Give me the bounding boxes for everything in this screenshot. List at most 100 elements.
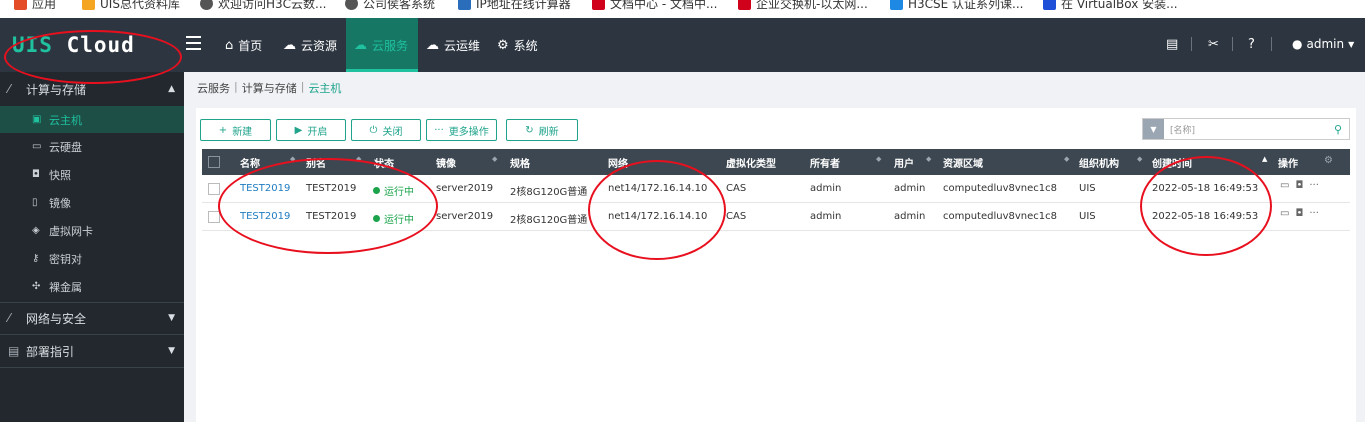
row-checkbox[interactable]	[208, 183, 220, 195]
status-dot-icon	[373, 215, 380, 222]
bookmark-h3cse[interactable]: H3CSE 认证系列课...	[890, 0, 1024, 12]
sidebar-item-baremetal[interactable]: ✣ 裸金属	[0, 273, 184, 300]
sort-icon[interactable]: ◆	[356, 155, 361, 163]
tab-home[interactable]: ⌂ 首页	[225, 18, 273, 72]
sort-icon[interactable]: ◆	[926, 155, 931, 163]
table-row[interactable]: TEST2019 TEST2019 运行中 server2019 2核8G120…	[202, 203, 1350, 231]
disk-icon: ▭	[32, 141, 42, 152]
vm-virt-type: CAS	[726, 211, 747, 222]
sort-asc-icon[interactable]: ▲	[1262, 155, 1267, 163]
more-icon: ···	[434, 124, 444, 136]
sort-icon[interactable]: ◆	[1064, 155, 1069, 163]
bookmark-apps[interactable]: 应用	[14, 0, 56, 12]
column-header-network[interactable]: 网络	[608, 155, 628, 170]
console-icon[interactable]: ▭	[1280, 208, 1289, 219]
vm-name-link[interactable]: TEST2019	[240, 183, 290, 194]
nic-icon: ◈	[32, 225, 40, 236]
sidebar-item-disk[interactable]: ▭ 云硬盘	[0, 133, 184, 160]
sort-icon[interactable]: ◆	[876, 155, 881, 163]
select-all-checkbox[interactable]	[208, 156, 220, 168]
tools-icon[interactable]: ✂	[1208, 37, 1219, 52]
vm-zone: computedluv8vnec1c8	[943, 211, 1057, 222]
percent-icon: ⁄	[8, 82, 11, 96]
column-header-alias[interactable]: 别名	[306, 155, 326, 170]
user-menu[interactable]: ● admin ▼	[1292, 37, 1354, 51]
h3c-favicon-icon	[738, 0, 751, 10]
column-header-user[interactable]: 用户	[894, 155, 914, 170]
bookmark-virtualbox[interactable]: 在 VirtualBox 安装...	[1043, 0, 1178, 12]
sidebar: ⁄ 计算与存储 ▲ ▣ 云主机 ▭ 云硬盘 ◘ 快照 ▯ 镜像 ◈ 虚拟网卡 ⚷ 密钥对 ✣…	[0, 72, 184, 422]
vm-owner: admin	[810, 183, 842, 194]
bookmark-ip-calculator[interactable]: IP地址在线计算器	[458, 0, 571, 12]
plus-icon: +	[218, 124, 228, 136]
sidebar-group-network-security[interactable]: ⁄ 网络与安全 ▼	[0, 303, 184, 333]
column-header-zone[interactable]: 资源区域	[943, 155, 983, 170]
tab-cloud-ops[interactable]: ☁ 云运维	[426, 18, 488, 72]
create-button[interactable]: + 新建	[200, 119, 271, 141]
globe-icon	[345, 0, 358, 10]
snapshot-icon[interactable]: ◘	[1295, 208, 1303, 219]
column-header-spec[interactable]: 规格	[510, 155, 530, 170]
bookmark-switch[interactable]: 企业交换机-以太网...	[738, 0, 868, 12]
bookmark-uis-library[interactable]: UIS总代资料库	[82, 0, 180, 12]
bookmark-doc-center[interactable]: 文档中心 - 文档中...	[592, 0, 717, 12]
sidebar-group-deploy-guide[interactable]: ▤ 部署指引 ▼	[0, 336, 184, 366]
row-checkbox[interactable]	[208, 211, 220, 223]
column-header-owner[interactable]: 所有者	[810, 155, 840, 170]
sidebar-item-snapshot[interactable]: ◘ 快照	[0, 161, 184, 188]
more-icon[interactable]: ···	[1309, 208, 1319, 219]
shutdown-button[interactable]: ⏻ 关闭	[351, 119, 421, 141]
column-header-name[interactable]: 名称	[240, 155, 260, 170]
vm-alias: TEST2019	[306, 183, 357, 194]
uis-cloud-logo[interactable]: UIS Cloud	[12, 33, 135, 57]
column-header-actions: 操作	[1278, 159, 1298, 170]
column-header-virt-type[interactable]: 虚拟化类型	[726, 155, 776, 170]
breadcrumb: 云服务 | 计算与存储 | 云主机	[197, 80, 342, 96]
tab-cloud-services[interactable]: ☁ 云服务	[346, 18, 418, 72]
more-actions-button[interactable]: ··· 更多操作	[426, 119, 497, 141]
search-field-dropdown[interactable]: ▼	[1143, 119, 1164, 139]
bookmark-customer-system[interactable]: 公司侯客系统	[345, 0, 435, 12]
column-header-org[interactable]: 组织机构	[1079, 155, 1119, 170]
vm-org: UIS	[1079, 183, 1096, 194]
tab-cloud-resources[interactable]: ☁ 云资源	[283, 18, 341, 72]
breadcrumb-item[interactable]: 云服务	[197, 80, 230, 96]
start-button[interactable]: ▶ 开启	[276, 119, 346, 141]
refresh-icon: ↻	[525, 124, 534, 136]
tab-system[interactable]: ⚙ 系统	[497, 18, 545, 72]
sidebar-item-keypair[interactable]: ⚷ 密钥对	[0, 245, 184, 272]
refresh-button[interactable]: ↻ 刷新	[506, 119, 578, 141]
vm-network: net14/172.16.14.10	[608, 211, 708, 222]
vm-spec: 2核8G120G普通	[510, 187, 588, 198]
help-icon[interactable]: ?	[1248, 37, 1255, 52]
search-input[interactable]: [名称]	[1164, 123, 1327, 136]
sidebar-group-compute-storage[interactable]: ⁄ 计算与存储 ▲	[0, 74, 184, 104]
column-header-status[interactable]: 状态	[374, 155, 394, 170]
cloud-icon: ☁	[283, 37, 296, 53]
vm-name-link[interactable]: TEST2019	[240, 211, 290, 222]
sort-icon[interactable]: ◆	[1137, 155, 1142, 163]
sidebar-item-nic[interactable]: ◈ 虚拟网卡	[0, 217, 184, 244]
search-icon[interactable]: ⚲	[1327, 123, 1349, 136]
table-row[interactable]: TEST2019 TEST2019 运行中 server2019 2核8G120…	[202, 175, 1350, 203]
sidebar-item-image[interactable]: ▯ 镜像	[0, 189, 184, 216]
sort-icon[interactable]: ◆	[492, 155, 497, 163]
sidebar-item-vm[interactable]: ▣ 云主机	[0, 106, 184, 133]
bookmark-h3c-cloud[interactable]: 欢迎访问H3C云数...	[200, 0, 326, 12]
document-icon[interactable]: ▤	[1166, 37, 1178, 52]
bookmarks-bar: 应用 UIS总代资料库 欢迎访问H3C云数... 公司侯客系统 IP地址在线计算…	[0, 0, 1365, 18]
chevron-down-icon: ▼	[1348, 39, 1355, 49]
globe-icon	[200, 0, 213, 10]
column-header-created[interactable]: 创建时间	[1152, 155, 1192, 170]
menu-toggle-icon[interactable]	[186, 36, 201, 50]
breadcrumb-item[interactable]: 计算与存储	[242, 80, 297, 96]
more-icon[interactable]: ···	[1309, 180, 1319, 191]
table-header: 名称 ◆ 别名 ◆ 状态 镜像 ◆ 规格 网络 虚拟化类型 所有者 ◆ 用户 ◆…	[202, 149, 1350, 175]
console-icon[interactable]: ▭	[1280, 180, 1289, 191]
sort-icon[interactable]: ◆	[290, 155, 295, 163]
column-settings-icon[interactable]: ⚙	[1324, 155, 1333, 166]
vm-org: UIS	[1079, 211, 1096, 222]
snapshot-icon[interactable]: ◘	[1295, 180, 1303, 191]
column-header-image[interactable]: 镜像	[436, 155, 456, 170]
chevron-down-icon: ▼	[168, 346, 175, 356]
